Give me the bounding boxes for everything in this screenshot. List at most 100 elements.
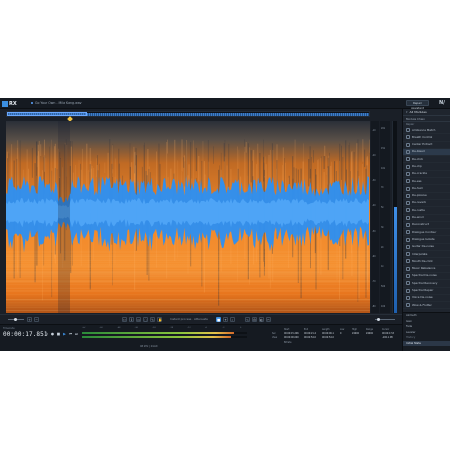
module-icon: [406, 259, 410, 264]
skip-forward-icon[interactable]: ⏭: [74, 332, 79, 337]
module-icon: [406, 303, 410, 308]
scissors-icon[interactable]: ✂: [266, 317, 271, 322]
module-item[interactable]: De-crackle: [403, 171, 450, 179]
skip-back-icon[interactable]: ⏮: [68, 332, 73, 337]
module-item[interactable]: Dialogue Contour: [403, 229, 450, 237]
level-scale-label: 0: [240, 327, 242, 329]
spectrogram-opacity-icon[interactable]: ◐: [259, 317, 264, 322]
module-item[interactable]: Dialogue Isolate: [403, 236, 450, 244]
level-meter-right: [82, 336, 247, 338]
overview-view-window[interactable]: [7, 112, 87, 116]
frequency-value: 0: [340, 332, 342, 335]
rectangle-select-tool-icon[interactable]: ▭: [136, 317, 141, 322]
waveform-overview[interactable]: [6, 111, 370, 117]
module-icon: [406, 150, 410, 155]
waveform-view-icon[interactable]: ∿: [245, 317, 250, 322]
module-item[interactable]: Ambience Match: [403, 127, 450, 135]
module-item[interactable]: De-click: [403, 156, 450, 164]
module-item[interactable]: De-rustle: [403, 207, 450, 215]
module-icon: [406, 157, 410, 162]
level-scale-label: -12: [187, 327, 191, 329]
module-item[interactable]: De-plosive: [403, 193, 450, 200]
rx-logo-icon: [2, 100, 8, 107]
module-label: Wow & Flutter: [412, 302, 432, 307]
module-list-header[interactable]: ▾ All Modules: [403, 109, 450, 116]
timecode-display[interactable]: 00:00:17.851: [3, 331, 48, 338]
level-scale-label: -18: [169, 327, 174, 329]
module-item[interactable]: Interpolate: [403, 251, 450, 259]
record-icon[interactable]: ●: [50, 332, 55, 337]
module-label: Voice De-noise: [412, 295, 433, 300]
view-value: 00:00:00.000: [284, 336, 299, 339]
spectrum-meter-bar: [394, 207, 397, 313]
module-item[interactable]: De-reverb: [403, 200, 450, 208]
history-item-initial-state[interactable]: Initial State: [403, 340, 450, 346]
magic-wand-icon[interactable]: ✦: [223, 317, 228, 322]
level-scale-label: -Inf: [82, 327, 86, 329]
zoom-in-icon[interactable]: +: [27, 317, 32, 322]
module-item[interactable]: Voice De-noise: [403, 295, 450, 303]
spectrogram-streak: [112, 145, 113, 174]
module-label: De-bleed: [412, 149, 425, 154]
vertical-zoom-slider[interactable]: [375, 317, 395, 321]
module-item[interactable]: De-clip: [403, 163, 450, 171]
module-label: De-click: [412, 156, 424, 161]
amplitude-tick-label: -40: [372, 204, 376, 208]
level-meter-left-fill: [82, 332, 234, 334]
module-item[interactable]: Music Rebalance: [403, 266, 450, 273]
module-item[interactable]: Spectral Recovery: [403, 280, 450, 288]
module-item[interactable]: Mouth De-click: [403, 258, 450, 266]
horizontal-zoom-slider[interactable]: [8, 317, 24, 321]
selection-column-header: Range: [366, 328, 373, 331]
file-tab[interactable]: Go Your Own - Mila Kang.wav: [28, 100, 85, 107]
zoom-out-icon[interactable]: −: [34, 317, 39, 322]
spectrogram-streak: [309, 146, 311, 179]
module-icon: [406, 244, 410, 249]
time-select-tool-icon[interactable]: ⇔: [122, 317, 127, 322]
module-list: Ambience Match Breath Control Center Extra…: [403, 127, 450, 310]
level-scale-label: -36: [134, 327, 138, 329]
native-instruments-icon[interactable]: N/: [437, 100, 447, 107]
module-item[interactable]: De-bleed: [403, 148, 450, 157]
spectrogram-settings-icon[interactable]: ⚙: [252, 317, 257, 322]
module-label: De-clip: [412, 163, 422, 168]
module-label: Interpolate: [412, 251, 428, 256]
spectrogram-streak: [167, 139, 168, 154]
module-item[interactable]: Breath Control: [403, 134, 450, 142]
play-icon[interactable]: ▶: [62, 332, 67, 337]
module-icon: [406, 171, 410, 176]
instant-process-mode[interactable]: Attenuate: [194, 317, 208, 321]
module-item[interactable]: De-hum: [403, 185, 450, 193]
spectrogram-streak: [250, 150, 252, 183]
find-similar-icon[interactable]: ⌕: [230, 317, 235, 322]
module-item[interactable]: De-ess: [403, 178, 450, 186]
selection-column-header: High: [352, 328, 358, 331]
module-item[interactable]: Center Extract: [403, 142, 450, 149]
module-label: De-hum: [412, 185, 424, 190]
module-label: Mouth De-click: [412, 258, 433, 263]
module-item[interactable]: Guitar De-noise: [403, 244, 450, 252]
spectrogram-display[interactable]: [6, 121, 370, 313]
lasso-select-tool-icon[interactable]: ◌: [143, 317, 148, 322]
spectrogram-streak: [323, 156, 325, 169]
module-label: Breath Control: [412, 134, 433, 139]
module-item[interactable]: De-wind: [403, 215, 450, 222]
hand-tool-icon[interactable]: ✋: [157, 317, 162, 322]
level-scale-label: -6: [204, 327, 207, 329]
module-item[interactable]: Wow & Flutter: [403, 302, 450, 310]
frequency-select-tool-icon[interactable]: ⇕: [129, 317, 134, 322]
module-item[interactable]: Spectral Repair: [403, 288, 450, 295]
module-list-footer: Azimuth Gain Fade Leveler History Initia…: [403, 312, 450, 351]
spectrum-meter: [392, 121, 397, 313]
module-icon: [406, 179, 410, 184]
repair-assistant-button[interactable]: Repair Assistant: [406, 100, 429, 110]
module-item[interactable]: Spectral De-noise: [403, 273, 450, 281]
module-item[interactable]: Deconstruct: [403, 222, 450, 230]
instant-process-toggle-icon[interactable]: ■: [216, 317, 221, 322]
amplitude-tick-label: -60: [372, 254, 376, 258]
stop-icon[interactable]: ■: [56, 332, 61, 337]
loop-icon[interactable]: ↻: [44, 332, 49, 337]
brush-tool-icon[interactable]: ✎: [150, 317, 155, 322]
spectrogram-streak: [245, 142, 247, 153]
module-label: De-plosive: [412, 193, 427, 198]
